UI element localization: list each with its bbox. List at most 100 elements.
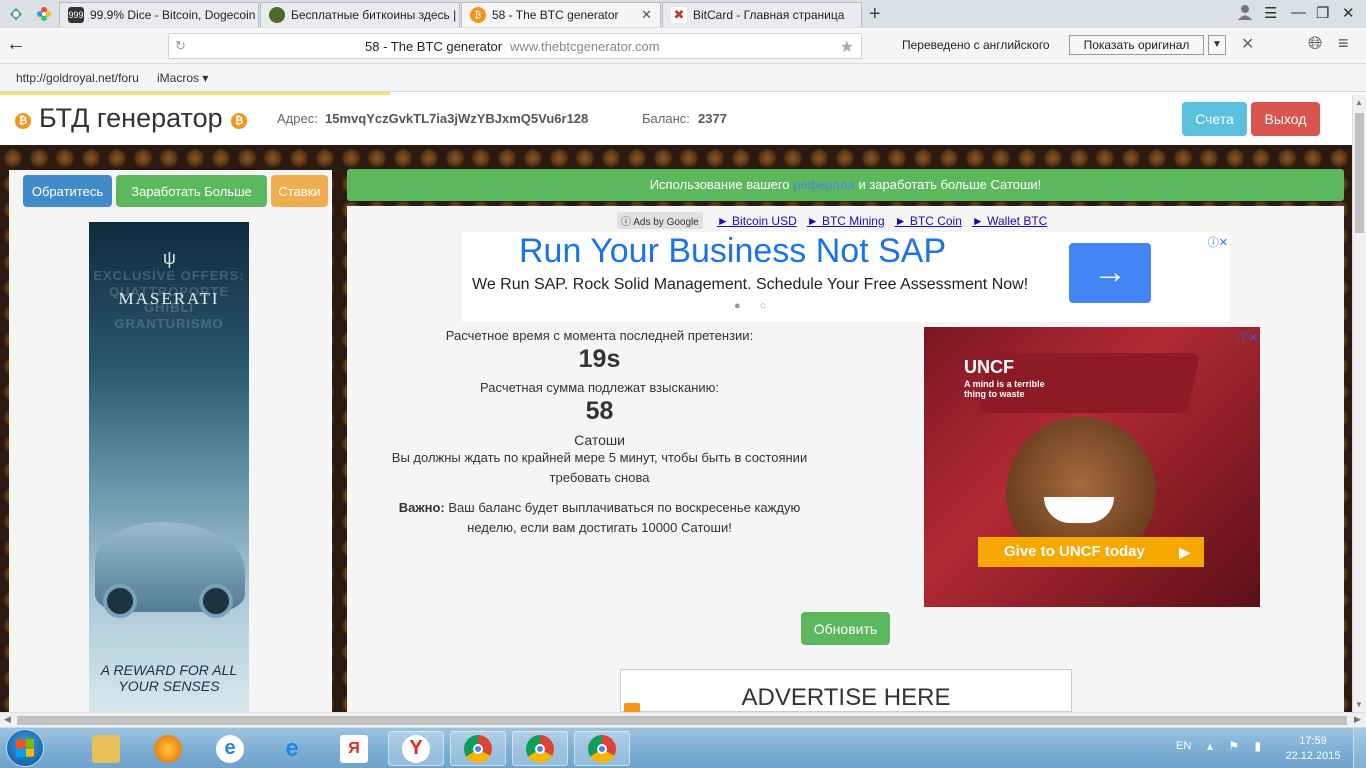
amount-value: 58: [585, 397, 614, 425]
arrow-right-icon[interactable]: →: [1069, 243, 1151, 303]
pinned-tab-1[interactable]: [2, 3, 30, 25]
adchoices-icon[interactable]: ⓘ✕: [1238, 329, 1258, 345]
trident-logo-icon: ψ: [163, 248, 176, 268]
address-bar: ← ↻ 58 - The BTC generator www.thebtcgen…: [0, 28, 1366, 64]
referral-link[interactable]: реферала: [793, 177, 855, 192]
site-title[interactable]: БТД генератор: [39, 103, 223, 134]
bets-button[interactable]: Ставки: [271, 175, 328, 207]
reload-icon[interactable]: ↻: [175, 38, 186, 54]
more-menu-icon[interactable]: ≡: [1338, 33, 1349, 54]
sap-ad-subtitle: We Run SAP. Rock Solid Management. Sched…: [472, 276, 1029, 293]
referral-text-before: Использование вашего: [649, 177, 790, 192]
windows-taskbar: e e Я Y EN ▴ ⚑ ▮ 17:59 22.12.2015: [0, 727, 1366, 768]
close-translate-icon[interactable]: ✕: [1241, 34, 1254, 54]
ad-links-bar: ⓘ Ads by Google ► Bitcoin USD ► BTC Mini…: [617, 212, 1057, 229]
maserati-ad-banner[interactable]: ψ EXCLUSIVE OFFERS: QUATTROPORTE GHIBLI …: [89, 222, 249, 712]
clock-date: 22.12.2015: [1285, 750, 1341, 762]
bookmark-goldroyal[interactable]: http://goldroyal.net/foru: [16, 71, 139, 85]
taskbar-chrome-1[interactable]: [450, 731, 506, 766]
important-note: Важно: Ваш баланс будет выплачиваться по…: [347, 498, 852, 538]
taskbar-firefox[interactable]: [140, 731, 196, 766]
tab-bar: 999 99.9% Dice - Bitcoin, Dogecoin Беспл…: [0, 0, 1366, 28]
language-indicator[interactable]: EN: [1176, 740, 1191, 752]
tray-icons[interactable]: ▴ ⚑ ▮: [1207, 739, 1267, 753]
ad-link-bitcoin-usd[interactable]: ► Bitcoin USD: [717, 214, 797, 228]
advertise-here-banner[interactable]: ADVERTISE HERE: [620, 669, 1072, 717]
restore-icon[interactable]: ❐: [1316, 4, 1329, 22]
close-window-icon[interactable]: ✕: [1342, 4, 1355, 22]
sap-ad-title[interactable]: Run Your Business Not SAP: [519, 232, 946, 271]
sap-ad-banner[interactable]: Run Your Business Not SAP We Run SAP. Ro…: [462, 232, 1230, 322]
profile-icon[interactable]: [1237, 4, 1253, 24]
refresh-button[interactable]: Обновить: [801, 612, 890, 645]
menu-icon[interactable]: ☰: [1264, 4, 1277, 22]
horizontal-scroll-thumb[interactable]: [17, 716, 1347, 725]
site-header: ₿ БТД генератор ₿ Адрес: 15mvqYczGvkTL7i…: [0, 95, 1352, 145]
car-wheel: [199, 584, 233, 618]
scroll-right-icon[interactable]: ▶: [1354, 714, 1361, 725]
yandex-icon: Я: [340, 734, 368, 763]
pinned-tab-2[interactable]: [30, 3, 58, 25]
uncf-ad-banner[interactable]: UNCF A mind is a terrible thing to waste…: [924, 327, 1260, 607]
earn-more-button[interactable]: Заработать Больше: [116, 175, 267, 207]
scroll-down-icon[interactable]: ▼: [1355, 700, 1363, 709]
referral-banner: Использование вашего реферала и заработа…: [347, 169, 1344, 201]
minimize-icon[interactable]: —: [1291, 4, 1306, 21]
main-panel: ⓘ Ads by Google ► Bitcoin USD ► BTC Mini…: [347, 206, 1344, 717]
close-tab-icon[interactable]: ✕: [641, 7, 652, 23]
firefox-icon: [154, 734, 182, 763]
taskbar-yandex-browser[interactable]: Y: [388, 731, 444, 766]
ad-link-wallet-btc[interactable]: ► Wallet BTC: [972, 214, 1047, 228]
bitcoin-icon: ₿: [15, 113, 31, 129]
bookmark-star-icon[interactable]: ★: [840, 37, 854, 57]
bitcoin-icon: ₿: [470, 7, 486, 23]
tab-bitcard[interactable]: ✖ BitCard - Главная страница: [662, 2, 862, 27]
show-original-button[interactable]: Показать оригинал: [1069, 35, 1204, 55]
globe-icon[interactable]: 🌐︎: [1308, 33, 1322, 54]
tab-dice[interactable]: 999 99.9% Dice - Bitcoin, Dogecoin: [59, 2, 259, 27]
tab-btc-generator[interactable]: ₿ 58 - The BTC generator ✕: [461, 2, 661, 27]
taskbar-ie-2[interactable]: e: [264, 731, 320, 766]
time-value: 19s: [578, 345, 621, 373]
chevron-down-icon[interactable]: ▼: [1208, 35, 1226, 55]
omnibox[interactable]: ↻ 58 - The BTC generator www.thebtcgener…: [168, 33, 862, 59]
new-tab-button[interactable]: +: [869, 3, 881, 26]
uncf-cta-label: Give to UNCF today: [1004, 543, 1145, 560]
adchoices-icon[interactable]: ⓘ✕: [1208, 234, 1228, 250]
taskbar-ie[interactable]: e: [202, 731, 258, 766]
vertical-scroll-thumb[interactable]: [1355, 113, 1364, 233]
carousel-dots[interactable]: ● ○: [734, 300, 774, 312]
ad-link-btc-mining[interactable]: ► BTC Mining: [807, 214, 885, 228]
pinned-site-icon: [10, 8, 22, 20]
exit-button[interactable]: Выход: [1251, 102, 1320, 136]
scroll-up-icon[interactable]: ▲: [1355, 98, 1363, 107]
yandex-browser-icon: Y: [402, 734, 430, 763]
bitcoin-icon: ₿: [231, 113, 247, 129]
show-desktop-button[interactable]: [1353, 728, 1366, 768]
scroll-left-icon[interactable]: ◀: [4, 714, 11, 725]
uncf-cta-button[interactable]: Give to UNCF today ▶: [978, 537, 1204, 567]
play-arrow-icon: ▶: [1179, 544, 1190, 560]
time-label: Расчетное время с момента последней прет…: [445, 328, 754, 343]
accounts-button[interactable]: Счета: [1182, 102, 1247, 136]
bookmark-imacros[interactable]: iMacros ▾: [157, 71, 208, 85]
back-arrow-icon[interactable]: ←: [6, 33, 26, 56]
ads-by-google[interactable]: ⓘ Ads by Google: [617, 212, 703, 229]
clock[interactable]: 17:59 22.12.2015: [1285, 734, 1341, 764]
omnibox-title: 58 - The BTC generator: [365, 39, 503, 54]
contact-button[interactable]: Обратитесь: [23, 175, 112, 207]
chrome-icon: [526, 734, 554, 763]
vertical-scrollbar[interactable]: ▲ ▼: [1352, 95, 1366, 712]
windows-logo-icon: [16, 738, 34, 758]
maserati-brand: MASERATI: [118, 289, 220, 308]
taskbar-chrome-2[interactable]: [512, 731, 568, 766]
tab-free-bitcoins[interactable]: Бесплатные биткоины здесь |: [260, 2, 460, 27]
taskbar-explorer[interactable]: [78, 731, 134, 766]
ad-link-btc-coin[interactable]: ► BTC Coin: [895, 214, 962, 228]
taskbar-chrome-3[interactable]: [574, 731, 630, 766]
balance-label: Баланс:: [642, 111, 690, 126]
omnibox-url: www.thebtcgenerator.com: [510, 39, 660, 54]
start-button[interactable]: [6, 729, 44, 767]
taskbar-yandex[interactable]: Я: [326, 731, 382, 766]
horizontal-scrollbar[interactable]: ◀ ▶: [0, 712, 1366, 727]
